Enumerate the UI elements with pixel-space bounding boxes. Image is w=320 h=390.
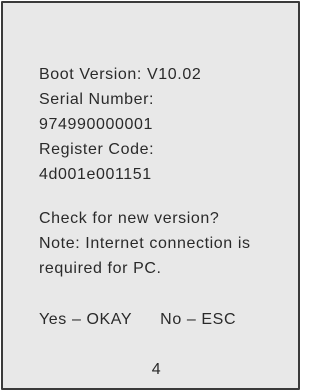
device-screen: Boot Version: V10.02 Serial Number: 9749… xyxy=(1,1,300,390)
check-version-question: Check for new version? xyxy=(39,210,220,227)
serial-number-label: Serial Number: xyxy=(39,91,155,108)
yes-option[interactable]: Yes – OKAY xyxy=(39,311,132,328)
boot-version-text: Boot Version: V10.02 xyxy=(39,66,202,83)
register-code-value: 4d001e001151 xyxy=(39,166,152,183)
page-number: 4 xyxy=(151,361,162,378)
serial-number-value: 974990000001 xyxy=(39,116,153,133)
no-option[interactable]: No – ESC xyxy=(160,311,236,328)
options-row: Yes – OKAY No – ESC xyxy=(39,310,236,330)
register-code-label: Register Code: xyxy=(39,141,155,158)
internet-note-line2: required for PC. xyxy=(39,260,162,277)
internet-note-line1: Note: Internet connection is xyxy=(39,235,251,252)
